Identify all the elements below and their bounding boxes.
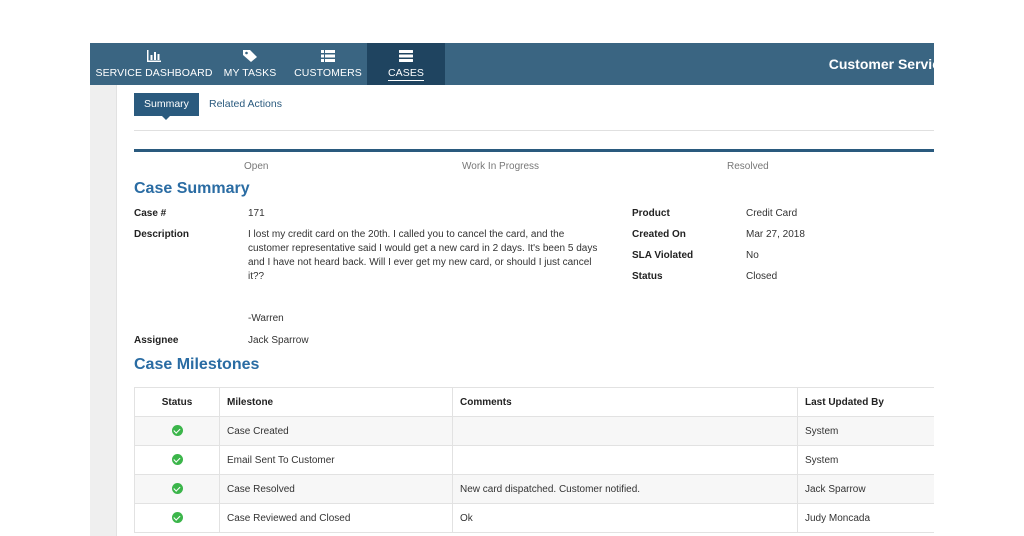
comments-cell: New card dispatched. Customer notified.	[452, 474, 798, 504]
case-number-label: Case #	[134, 208, 167, 219]
nav-customers[interactable]: CUSTOMERS	[290, 43, 366, 85]
table-header-row: Status Milestone Comments Last Updated B…	[134, 387, 934, 417]
description-value: I lost my credit card on the 20th. I cal…	[248, 229, 598, 282]
description-label: Description	[134, 229, 190, 240]
stack-icon	[399, 50, 413, 62]
comments-cell	[452, 416, 798, 446]
table-row: Email Sent To Customer System	[134, 445, 934, 475]
nav-label: CUSTOMERS	[294, 67, 362, 79]
stage-open: Open	[244, 161, 269, 172]
created-on-value: Mar 27, 2018	[746, 229, 805, 240]
status-cell	[134, 445, 220, 475]
column-header-comments: Comments	[452, 387, 798, 417]
check-icon	[171, 425, 183, 437]
updated-by-cell: Judy Moncada	[797, 503, 934, 533]
column-header-milestone: Milestone	[219, 387, 453, 417]
tab-divider	[134, 130, 934, 131]
stage-resolved: Resolved	[727, 161, 769, 172]
milestone-cell: Case Created	[219, 416, 453, 446]
table-row: Case Resolved New card dispatched. Custo…	[134, 474, 934, 504]
description-signature: -Warren	[248, 313, 284, 324]
updated-by-cell: System	[797, 445, 934, 475]
case-summary-title: Case Summary	[134, 180, 250, 197]
status-cell	[134, 503, 220, 533]
nav-label: SERVICE DASHBOARD	[95, 67, 213, 79]
sla-violated-value: No	[746, 250, 759, 261]
check-icon	[171, 512, 183, 524]
tag-icon	[243, 50, 257, 62]
milestones-table: Status Milestone Comments Last Updated B…	[134, 387, 934, 533]
check-icon	[171, 483, 183, 495]
status-cell	[134, 474, 220, 504]
milestone-cell: Case Resolved	[219, 474, 453, 504]
assignee-value: Jack Sparrow	[248, 335, 309, 346]
product-value: Credit Card	[746, 208, 798, 219]
updated-by-cell: System	[797, 416, 934, 446]
milestone-cell: Email Sent To Customer	[219, 445, 453, 475]
table-row: Case Created System	[134, 416, 934, 446]
comments-cell	[452, 445, 798, 475]
tab-related-actions[interactable]: Related Actions	[199, 93, 292, 116]
nav-label: MY TASKS	[223, 67, 277, 79]
updated-by-cell: Jack Sparrow	[797, 474, 934, 504]
app-title: Customer Servic	[828, 56, 934, 72]
case-number-value: 171	[248, 208, 265, 219]
check-icon	[171, 454, 183, 466]
table-row: Case Reviewed and Closed Ok Judy Moncada	[134, 503, 934, 533]
nav-label: CASES	[387, 67, 425, 81]
column-header-status: Status	[134, 387, 220, 417]
product-label: Product	[632, 208, 670, 219]
milestone-cell: Case Reviewed and Closed	[219, 503, 453, 533]
left-gutter	[90, 85, 117, 536]
status-value: Closed	[746, 271, 778, 282]
top-nav: SERVICE DASHBOARD MY TASKS CUSTOMERS CAS…	[90, 43, 934, 85]
assignee-label: Assignee	[134, 335, 179, 346]
nav-my-tasks[interactable]: MY TASKS	[218, 43, 282, 85]
comments-cell: Ok	[452, 503, 798, 533]
app-frame: SERVICE DASHBOARD MY TASKS CUSTOMERS CAS…	[90, 43, 934, 536]
case-milestones-title: Case Milestones	[134, 356, 260, 373]
tab-summary[interactable]: Summary	[134, 93, 199, 120]
bar-chart-icon	[147, 50, 161, 62]
status-label: Status	[632, 271, 663, 282]
list-icon	[321, 50, 335, 62]
column-header-last-updated-by: Last Updated By	[797, 387, 934, 417]
status-cell	[134, 416, 220, 446]
nav-cases[interactable]: CASES	[367, 43, 445, 85]
sla-violated-label: SLA Violated	[632, 250, 694, 261]
progress-bar	[134, 149, 934, 152]
nav-service-dashboard[interactable]: SERVICE DASHBOARD	[90, 43, 218, 85]
created-on-label: Created On	[632, 229, 686, 240]
stage-work-in-progress: Work In Progress	[462, 161, 540, 172]
